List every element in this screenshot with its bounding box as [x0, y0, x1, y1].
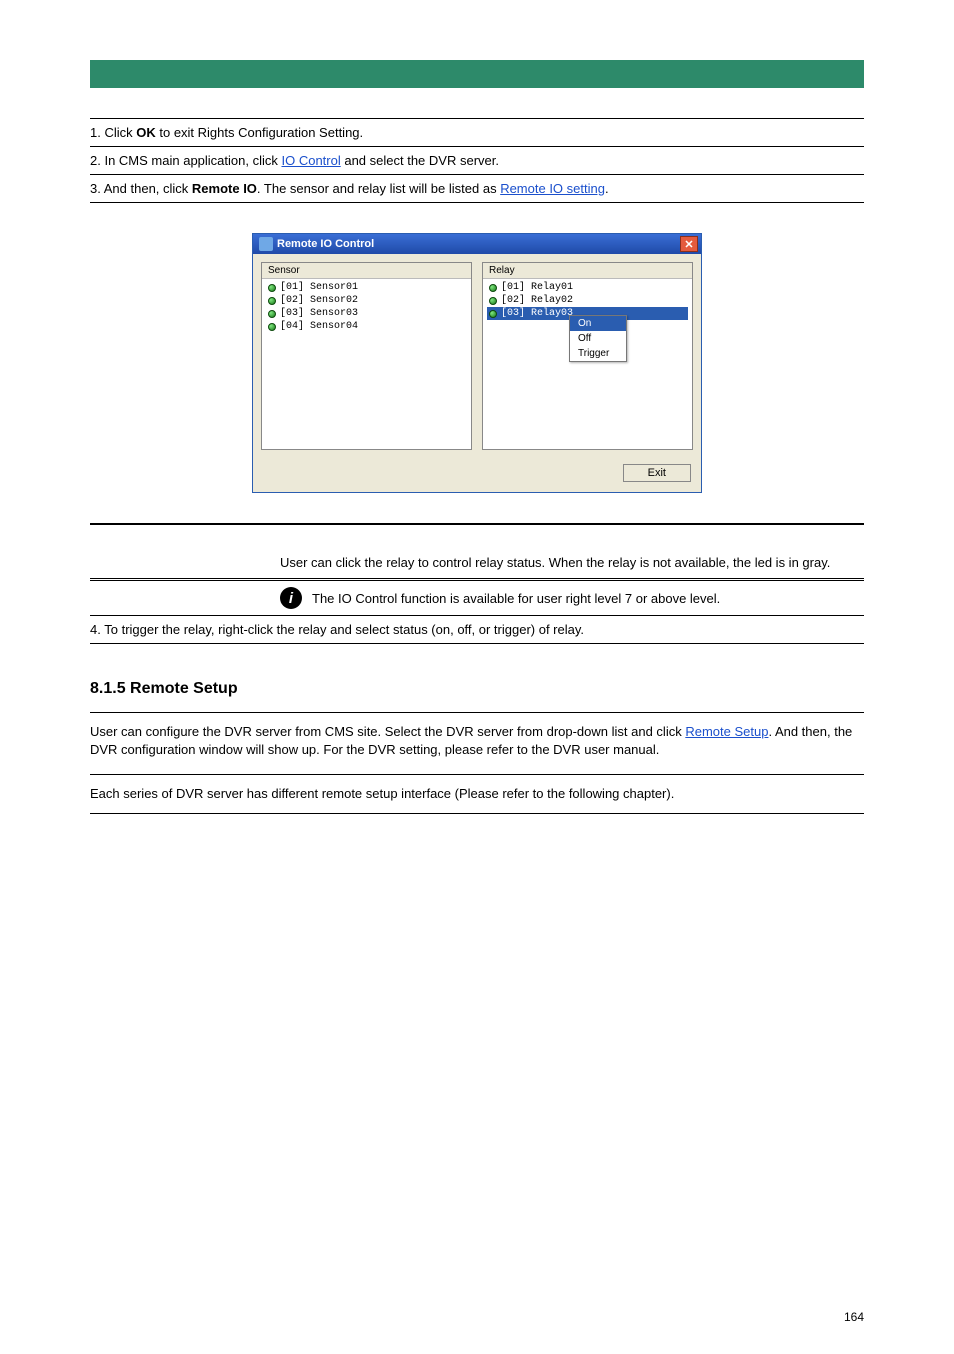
window-title: Remote IO Control [277, 238, 374, 250]
link-remote-io-setting[interactable]: Remote IO setting [500, 181, 605, 196]
step-3: 3. And then, click Remote IO. The sensor… [90, 174, 864, 203]
step-4: 4. To trigger the relay, right-click the… [90, 616, 864, 644]
sensor-header: Sensor [262, 263, 471, 279]
menu-item-on[interactable]: On [570, 316, 626, 331]
close-icon[interactable]: ✕ [680, 236, 698, 252]
note-relay-click: User can click the relay to control rela… [90, 524, 864, 581]
list-item[interactable]: [01] Sensor01 [266, 281, 467, 294]
step-2: 2. In CMS main application, click IO Con… [90, 146, 864, 174]
menu-item-off[interactable]: Off [570, 331, 626, 346]
context-menu: On Off Trigger [569, 315, 627, 362]
relay-panel: Relay [01] Relay01 [02] Relay02 [03] Rel… [482, 262, 693, 450]
relay-header: Relay [483, 263, 692, 279]
status-led-icon [489, 310, 497, 318]
sensor-panel: Sensor [01] Sensor01 [02] Sensor02 [03] … [261, 262, 472, 450]
step-1: 1. Click OK to exit Rights Configuration… [90, 118, 864, 146]
list-item[interactable]: [02] Relay02 [487, 294, 688, 307]
status-led-icon [268, 310, 276, 318]
list-item[interactable]: [02] Sensor02 [266, 294, 467, 307]
link-remote-setup[interactable]: Remote Setup [685, 724, 768, 739]
exit-button[interactable]: Exit [623, 464, 691, 482]
link-io-control[interactable]: IO Control [281, 153, 340, 168]
app-icon [259, 237, 273, 251]
header-bar [90, 60, 864, 88]
section-heading: 8.1.5 Remote Setup [90, 680, 864, 698]
paragraph: Each series of DVR server has different … [90, 775, 864, 814]
list-item[interactable]: [04] Sensor04 [266, 320, 467, 333]
screenshot-container: Remote IO Control ✕ Sensor [01] Sensor01… [90, 203, 864, 524]
menu-item-trigger[interactable]: Trigger [570, 346, 626, 361]
list-item[interactable]: [03] Sensor03 [266, 307, 467, 320]
status-led-icon [268, 297, 276, 305]
list-item[interactable]: [01] Relay01 [487, 281, 688, 294]
status-led-icon [268, 323, 276, 331]
remote-io-window: Remote IO Control ✕ Sensor [01] Sensor01… [252, 233, 702, 493]
info-note: i The IO Control function is available f… [90, 581, 864, 616]
status-led-icon [489, 297, 497, 305]
status-led-icon [268, 284, 276, 292]
page-number: 164 [844, 1310, 864, 1324]
paragraph: User can configure the DVR server from C… [90, 713, 864, 758]
status-led-icon [489, 284, 497, 292]
titlebar: Remote IO Control ✕ [253, 234, 701, 254]
info-icon: i [280, 587, 302, 609]
